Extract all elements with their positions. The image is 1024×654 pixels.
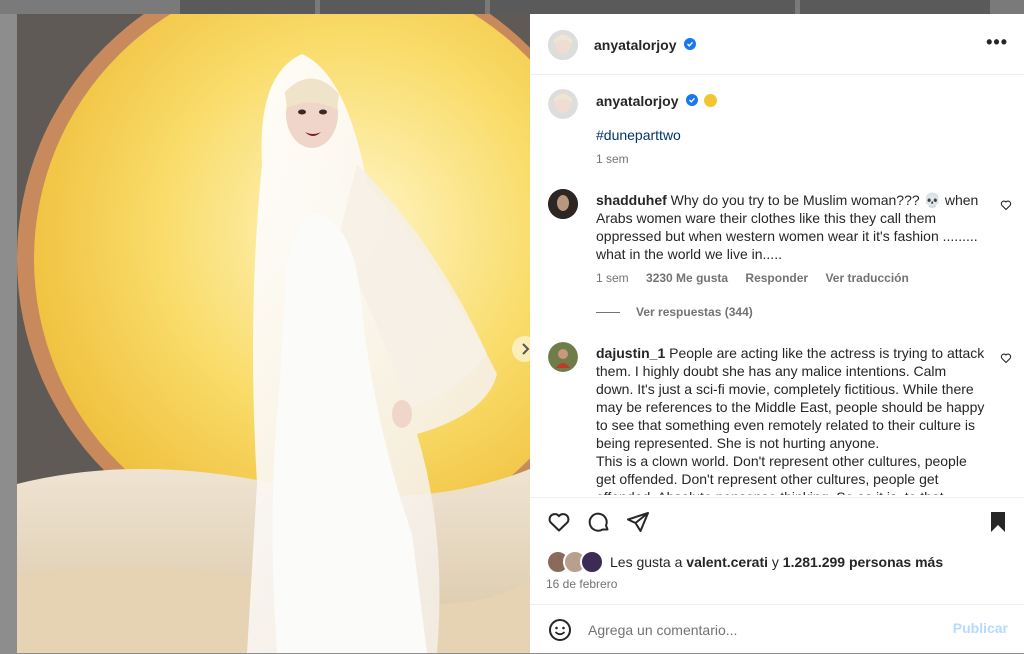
heart-icon[interactable] xyxy=(1000,198,1012,211)
hashtag-link[interactable]: #duneparttwo xyxy=(596,127,681,143)
chevron-right-icon xyxy=(522,343,530,355)
avatar-image xyxy=(548,342,578,372)
comment-avatar[interactable] xyxy=(548,189,578,219)
bookmark-icon[interactable] xyxy=(986,510,1010,534)
comment-text: shadduhef Why do you try to be Muslim wo… xyxy=(596,191,986,263)
publish-button[interactable]: Publicar xyxy=(953,620,1008,636)
likes-count[interactable]: 1.281.299 personas más xyxy=(783,554,943,570)
likes-prefix: Les gusta a xyxy=(610,554,683,570)
avatar-image xyxy=(548,30,578,60)
post-photo-illustration xyxy=(17,14,530,653)
translate-button[interactable]: Ver traducción xyxy=(825,271,908,285)
comment-meta: 1 sem 3230 Me gusta Responder Ver traduc… xyxy=(596,271,923,285)
comments-scroll-area[interactable]: anyatalorjoy #duneparttwo 1 sem shadduhe… xyxy=(530,75,1024,495)
comment-composer: Publicar xyxy=(530,604,1024,654)
comment-text: dajustin_1 People are acting like the ac… xyxy=(596,344,986,495)
comment-time: 1 sem xyxy=(596,271,629,285)
avatar-image xyxy=(548,189,578,219)
post-username[interactable]: anyatalorjoy xyxy=(594,37,676,53)
verified-icon xyxy=(686,94,698,106)
comment-body-continued: This is a clown world. Don't represent o… xyxy=(596,453,967,495)
post-header: anyatalorjoy ••• xyxy=(530,14,1024,75)
comment-input[interactable] xyxy=(586,617,930,643)
liker-avatar xyxy=(580,550,604,574)
emoji-sun-icon xyxy=(704,94,717,107)
comment-icon[interactable] xyxy=(587,510,611,534)
background-thumbnail xyxy=(180,0,315,14)
background-strip xyxy=(0,0,1024,14)
post-detail-panel: anyatalorjoy ••• anyatalorjoy #dunepartt… xyxy=(530,14,1024,653)
share-icon[interactable] xyxy=(626,510,650,534)
more-icon[interactable]: ••• xyxy=(986,32,1008,53)
view-replies-button[interactable]: Ver respuestas (344) xyxy=(596,305,753,319)
reply-button[interactable]: Responder xyxy=(745,271,808,285)
avatar-image xyxy=(548,89,578,119)
background-thumbnail xyxy=(490,0,795,14)
likes-summary: Les gusta a valent.cerati y 1.281.299 pe… xyxy=(546,550,943,574)
background-thumbnail xyxy=(320,0,485,14)
heart-icon[interactable] xyxy=(1000,351,1012,364)
comment-likes[interactable]: 3230 Me gusta xyxy=(646,271,728,285)
comment-username[interactable]: shadduhef xyxy=(596,192,667,208)
action-bar xyxy=(530,497,1024,546)
likes-connector: y xyxy=(771,554,779,570)
post-image[interactable] xyxy=(17,14,530,653)
emoji-icon[interactable] xyxy=(548,618,572,642)
verified-icon xyxy=(684,38,696,50)
comment-username[interactable]: dajustin_1 xyxy=(596,345,665,361)
caption-avatar[interactable] xyxy=(548,89,578,119)
comment-avatar[interactable] xyxy=(548,342,578,372)
post-date: 16 de febrero xyxy=(546,577,618,591)
heart-icon[interactable] xyxy=(547,510,571,534)
avatar[interactable] xyxy=(548,30,578,60)
background-thumbnail xyxy=(800,0,990,14)
caption-time: 1 sem xyxy=(596,152,629,166)
likes-user[interactable]: valent.cerati xyxy=(686,554,768,570)
caption-username[interactable]: anyatalorjoy xyxy=(596,93,678,109)
